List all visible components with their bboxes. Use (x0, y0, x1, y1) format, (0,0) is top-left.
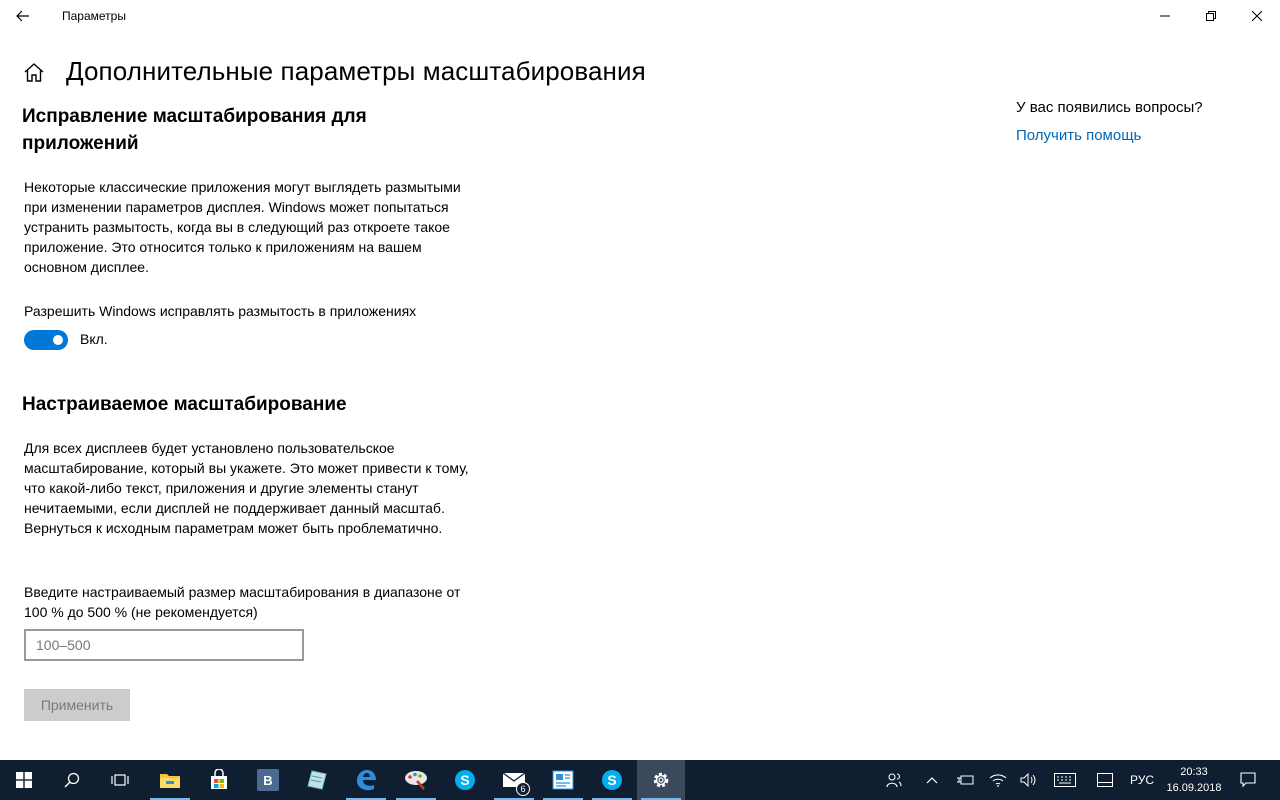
skype-icon: S (602, 770, 622, 790)
search-icon (64, 772, 80, 788)
windows-start-icon (16, 772, 32, 788)
home-button[interactable] (22, 61, 46, 85)
notification-icon (1240, 772, 1256, 788)
svg-text:B: B (263, 773, 272, 788)
file-explorer-icon (160, 774, 180, 788)
help-question: У вас появились вопросы? (1016, 99, 1203, 116)
fix-scaling-toggle[interactable] (24, 330, 68, 350)
clock-time: 20:33 (1180, 766, 1208, 778)
settings-gear-icon (653, 772, 669, 788)
taskbar: B S 6 S РУС 20:33 16.09.2018 (0, 760, 1280, 800)
people-button[interactable] (878, 760, 910, 800)
apply-button[interactable]: Применить (24, 689, 130, 721)
custom-scaling-input[interactable] (24, 629, 304, 661)
network-button[interactable] (984, 760, 1012, 800)
battery-plug-icon (957, 775, 974, 785)
taskbar-edge[interactable] (342, 760, 390, 800)
show-hidden-icons-button[interactable] (918, 760, 946, 800)
home-icon (24, 63, 44, 82)
keyboard-icon (1054, 773, 1076, 787)
custom-scaling-input-label: Введите настраиваемый размер масштабиров… (24, 584, 461, 620)
custom-scaling-heading: Настраиваемое масштабирование (22, 394, 347, 415)
toggle-knob (53, 335, 63, 345)
taskbar-notepad[interactable] (293, 760, 341, 800)
fix-scaling-toggle-label: Разрешить Windows исправлять размытость … (24, 303, 417, 319)
vk-icon: B (257, 769, 279, 791)
battery-button[interactable] (952, 760, 978, 800)
search-button[interactable] (48, 760, 96, 800)
task-view-button[interactable] (96, 760, 144, 800)
wifi-icon (989, 774, 1007, 787)
clock[interactable]: 20:33 16.09.2018 (1158, 764, 1230, 796)
page-title: Дополнительные параметры масштабирования (66, 56, 646, 86)
svg-text:S: S (607, 772, 616, 788)
settings-window: Параметры Дополнительные параметры масшт… (0, 0, 1280, 760)
taskbar-skype[interactable]: S (441, 760, 489, 800)
action-center-button[interactable] (1232, 760, 1264, 800)
volume-button[interactable] (1016, 760, 1042, 800)
clock-date: 16.09.2018 (1166, 782, 1222, 794)
fix-scaling-description: Некоторые классические приложения могут … (24, 179, 461, 275)
toggle-state-label: Вкл. (80, 331, 108, 347)
taskbar-paint[interactable] (392, 760, 440, 800)
task-view-icon (111, 774, 129, 786)
window-icon (1097, 773, 1113, 787)
taskbar-vk[interactable]: B (244, 760, 292, 800)
minimize-button[interactable] (1142, 0, 1188, 32)
close-button[interactable] (1234, 0, 1280, 32)
taskbar-settings[interactable] (637, 760, 685, 800)
edge-icon (357, 770, 376, 791)
notepad-icon (307, 770, 327, 790)
arrow-left-icon (16, 10, 29, 22)
mail-unread-badge: 6 (516, 782, 530, 796)
start-button[interactable] (0, 760, 48, 800)
taskbar-file-explorer[interactable] (146, 760, 194, 800)
input-language-indicator[interactable]: РУС (1124, 760, 1160, 800)
title-bar: Параметры (0, 0, 1280, 32)
back-button[interactable] (0, 0, 46, 32)
photos-icon (552, 770, 574, 790)
taskbar-photos[interactable] (539, 760, 587, 800)
svg-text:S: S (460, 772, 469, 788)
tablet-mode-button[interactable] (1090, 760, 1120, 800)
restore-icon (1206, 11, 1216, 21)
taskbar-store[interactable] (195, 760, 243, 800)
paint-icon (405, 771, 427, 790)
volume-icon (1020, 773, 1036, 787)
minimize-icon (1160, 15, 1170, 17)
restore-button[interactable] (1188, 0, 1234, 32)
touch-keyboard-button[interactable] (1048, 760, 1082, 800)
custom-scaling-description: Для всех дисплеев будет установлено поль… (24, 440, 469, 536)
store-icon (211, 769, 227, 789)
chevron-up-icon (926, 777, 938, 784)
skype-icon: S (455, 770, 475, 790)
people-icon (886, 773, 902, 788)
close-icon (1252, 11, 1262, 21)
fix-scaling-heading: Исправление масштабирования для приложен… (22, 106, 367, 154)
app-title: Параметры (62, 9, 126, 23)
taskbar-mail[interactable]: 6 (490, 760, 538, 800)
taskbar-skype-2[interactable]: S (588, 760, 636, 800)
get-help-link[interactable]: Получить помощь (1016, 127, 1141, 144)
